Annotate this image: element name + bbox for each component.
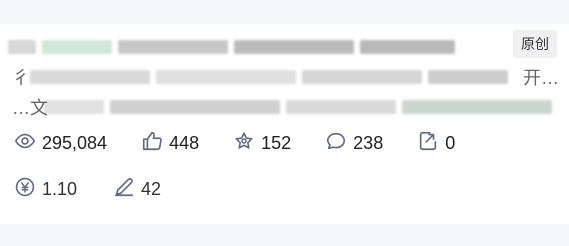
star-icon[interactable] (233, 130, 255, 157)
blurred-title-line (8, 34, 455, 60)
excerpt-fragment-start-1: 彳 (12, 68, 30, 88)
stars-stat[interactable]: 152 (233, 130, 291, 157)
stars-count: 152 (261, 133, 292, 153)
reward-stat[interactable]: 1.10 (14, 176, 77, 203)
thumbs-up-icon[interactable] (141, 130, 163, 157)
yuan-icon[interactable] (14, 176, 36, 203)
edits-count: 42 (141, 179, 162, 199)
reward-amount: 1.10 (42, 179, 78, 199)
blurred-excerpt-line-1 (30, 64, 508, 90)
edits-stat[interactable]: 42 (113, 176, 161, 203)
eye-icon (14, 130, 36, 157)
stats-row-primary: 295,084 448 152 238 0 (14, 130, 489, 157)
blurred-excerpt-line-2 (44, 94, 552, 120)
share-icon[interactable] (417, 130, 439, 157)
views-stat: 295,084 (14, 130, 107, 157)
comment-icon[interactable] (325, 130, 347, 157)
pen-icon[interactable] (113, 176, 135, 203)
excerpt-fragment-end-1: 开… (523, 68, 559, 88)
shares-count: 0 (445, 133, 456, 153)
likes-count: 448 (169, 133, 200, 153)
comments-stat[interactable]: 238 (325, 130, 383, 157)
original-tag: 原创 (513, 30, 557, 58)
comments-count: 238 (353, 133, 384, 153)
stats-row-secondary: 1.10 42 (14, 176, 197, 203)
bottom-spacer (0, 224, 569, 246)
article-card[interactable]: 原创 彳 开… …文 295,084 448 152 238 0 1.10 42 (0, 24, 569, 224)
shares-stat[interactable]: 0 (417, 130, 455, 157)
article-card-screenshot: 原创 彳 开… …文 295,084 448 152 238 0 1.10 42 (0, 0, 569, 246)
top-spacer (0, 0, 569, 24)
views-count: 295,084 (42, 133, 108, 153)
excerpt-fragment-start-2: …文 (12, 98, 48, 118)
likes-stat[interactable]: 448 (141, 130, 199, 157)
